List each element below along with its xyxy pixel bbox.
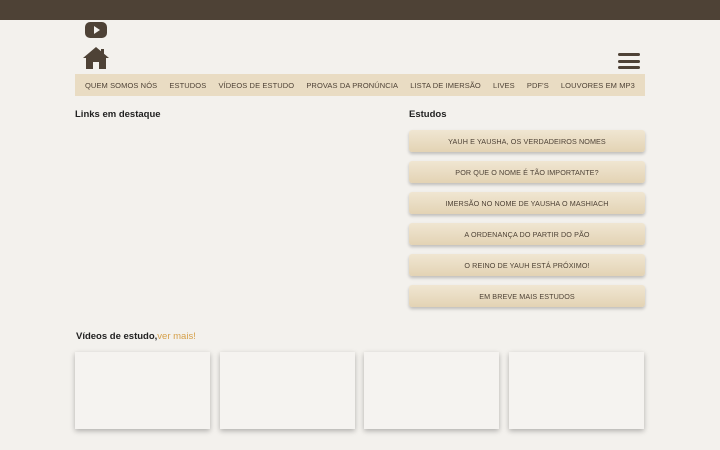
studies-title: Estudos (409, 109, 447, 120)
video-card[interactable] (364, 352, 499, 429)
nav-item-lista-imersao[interactable]: LISTA DE IMERSÃO (410, 81, 481, 90)
study-button[interactable]: A ORDENANÇA DO PARTIR DO PÃO (409, 223, 645, 245)
nav-item-estudos[interactable]: ESTUDOS (169, 81, 206, 90)
study-button[interactable]: IMERSÃO NO NOME DE YAUSHA O MASHIACH (409, 192, 645, 214)
videos-title-text: Vídeos de estudo, (76, 331, 158, 342)
home-icon[interactable] (82, 46, 110, 70)
videos-title: Vídeos de estudo,ver mais! (76, 331, 196, 342)
study-button[interactable]: YAUH E YAUSHA, OS VERDADEIROS NOMES (409, 130, 645, 152)
video-card[interactable] (75, 352, 210, 429)
top-bar (0, 0, 720, 20)
nav-item-videos[interactable]: VÍDEOS DE ESTUDO (218, 81, 294, 90)
nav-item-lives[interactable]: LIVES (493, 81, 515, 90)
featured-links-title: Links em destaque (75, 109, 161, 120)
studies-list: YAUH E YAUSHA, OS VERDADEIROS NOMES POR … (409, 130, 645, 316)
nav-item-louvores[interactable]: LOUVORES EM MP3 (561, 81, 635, 90)
nav-item-pdfs[interactable]: PDF'S (527, 81, 549, 90)
menu-icon[interactable] (618, 53, 640, 69)
video-card[interactable] (220, 352, 355, 429)
study-button[interactable]: O REINO DE YAUH ESTÁ PRÓXIMO! (409, 254, 645, 276)
youtube-icon[interactable] (85, 22, 107, 38)
nav-item-provas[interactable]: PROVAS DA PRONÚNCIA (306, 81, 398, 90)
study-button[interactable]: EM BREVE MAIS ESTUDOS (409, 285, 645, 307)
nav-item-quem-somos[interactable]: QUEM SOMOS NÓS (85, 81, 157, 90)
see-more-link[interactable]: ver mais! (157, 331, 196, 342)
video-card[interactable] (509, 352, 644, 429)
main-nav: QUEM SOMOS NÓS ESTUDOS VÍDEOS DE ESTUDO … (75, 74, 645, 96)
study-button[interactable]: POR QUE O NOME É TÃO IMPORTANTE? (409, 161, 645, 183)
